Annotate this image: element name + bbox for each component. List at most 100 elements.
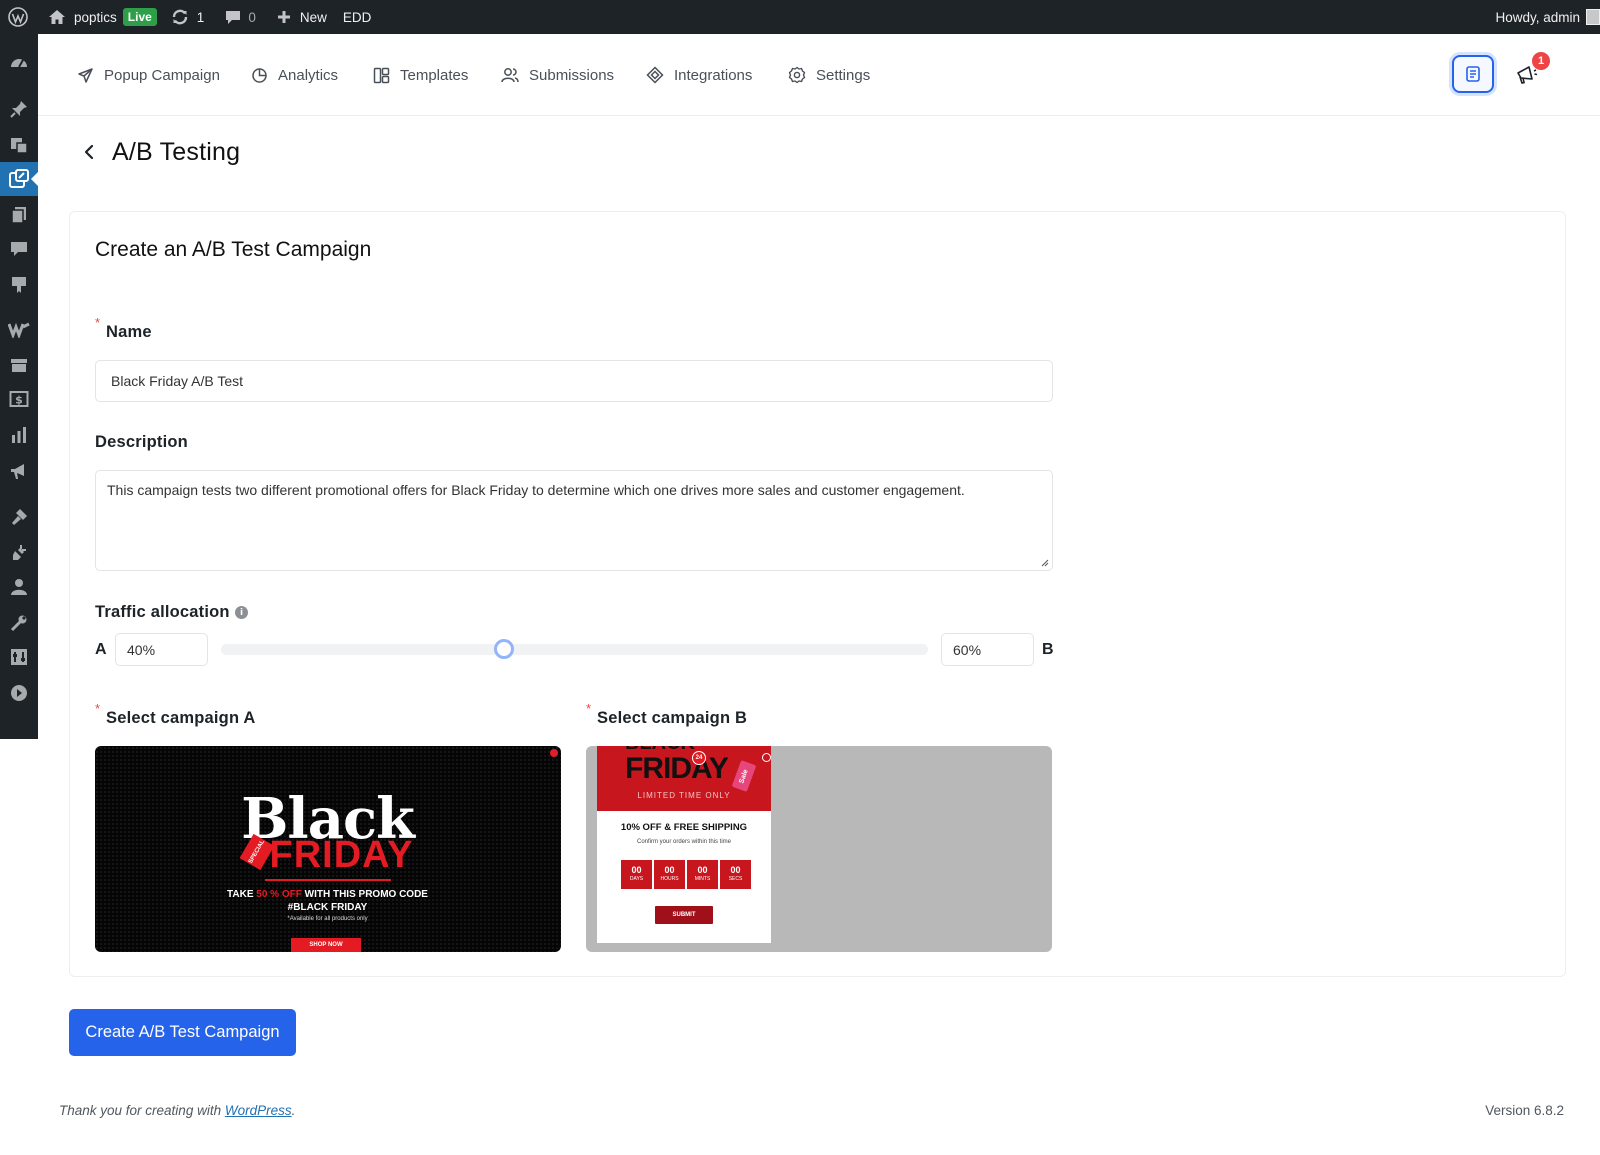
comments-count: 0 — [248, 9, 256, 25]
dashboard-icon — [11, 59, 27, 68]
nav-templates[interactable]: Templates — [373, 62, 468, 88]
preview-a-shop-button: SHOP NOW — [291, 938, 361, 952]
preview-a-promo-code: #BLACK FRIDAY — [287, 902, 368, 913]
menu-posts[interactable] — [0, 92, 38, 126]
campaign-b-preview[interactable]: BLACK FRIDAY 24 Sale LIMITED TIME ONLY 1… — [586, 746, 1052, 952]
menu-marketing[interactable] — [0, 454, 38, 488]
page-header: A/B Testing — [78, 134, 240, 170]
plus-icon — [277, 11, 290, 23]
greeting: Howdy, admin — [1495, 9, 1580, 25]
name-label: * Name — [95, 315, 152, 341]
comments-menu-icon — [11, 242, 27, 256]
variant-a-letter: A — [95, 641, 107, 658]
resize-grip-icon[interactable] — [1040, 558, 1049, 567]
preview-b-sale-tag: Sale — [731, 760, 757, 792]
wordpress-logo-icon — [8, 7, 28, 27]
create-ab-test-button[interactable]: Create A/B Test Campaign — [69, 1009, 296, 1056]
admin-menu: $ — [0, 34, 38, 739]
new-label: New — [299, 9, 327, 25]
updates-link[interactable]: 1 — [164, 0, 212, 34]
traffic-slider-thumb[interactable] — [493, 639, 514, 659]
poptics-icon — [9, 169, 29, 188]
name-input[interactable] — [95, 360, 1053, 402]
traffic-allocation-label: Traffic allocation — [95, 603, 230, 621]
page-title: A/B Testing — [112, 137, 241, 166]
nav-label: Analytics — [278, 66, 339, 84]
menu-users[interactable] — [0, 570, 38, 604]
preview-b-popup: BLACK FRIDAY 24 Sale LIMITED TIME ONLY 1… — [597, 746, 771, 943]
description-textarea[interactable]: This campaign tests two different promot… — [95, 470, 1053, 571]
plugins-icon — [13, 545, 26, 560]
layout-icon — [373, 67, 390, 83]
menu-dashboard[interactable] — [0, 46, 38, 80]
edd-label: EDD — [342, 9, 372, 25]
posts-pin-icon — [10, 101, 27, 118]
nav-label: Integrations — [674, 66, 753, 84]
menu-plugins[interactable] — [0, 536, 38, 570]
edd-link[interactable]: EDD — [336, 0, 379, 34]
nav-integrations[interactable]: Integrations — [646, 62, 752, 88]
document-icon — [1466, 66, 1480, 82]
site-name-link[interactable]: poptics Live — [41, 0, 164, 34]
campaign-a-label: * Select campaign A — [95, 701, 256, 727]
menu-woocommerce[interactable] — [0, 312, 38, 346]
close-icon — [550, 749, 558, 757]
preview-a-divider — [265, 879, 391, 881]
menu-payments[interactable]: $ — [0, 382, 38, 416]
diamond-icon — [646, 66, 664, 84]
menu-media[interactable] — [0, 128, 38, 162]
menu-tools[interactable] — [0, 606, 38, 640]
live-badge: Live — [122, 8, 157, 26]
back-button[interactable] — [78, 137, 100, 167]
preview-a-note: *Available for all products only — [287, 916, 368, 922]
countdown-seconds: 00 SECS — [720, 860, 751, 889]
plugin-nav: Popup Campaign Analytics Templates Submi… — [38, 34, 1600, 116]
info-icon[interactable]: i — [235, 606, 248, 619]
preview-b-offer: 10% OFF & FREE SHIPPING — [620, 822, 748, 833]
campaign-a-preview[interactable]: Black SPECIAL FRIDAY TAKE 50 % OFF WITH … — [95, 746, 561, 952]
updates-icon — [172, 9, 187, 25]
pie-chart-icon — [252, 67, 267, 83]
my-account-link[interactable]: Howdy, admin — [1488, 0, 1600, 34]
users-menu-icon — [11, 579, 27, 595]
menu-feedback[interactable] — [0, 268, 38, 302]
menu-products[interactable] — [0, 348, 38, 382]
nav-settings[interactable]: Settings — [788, 62, 870, 88]
nav-label: Templates — [400, 66, 469, 84]
description-label: Description — [95, 433, 188, 451]
nav-analytics[interactable]: Analytics — [251, 62, 338, 88]
countdown-days: 00 DAYS — [621, 860, 652, 889]
menu-appearance[interactable] — [0, 500, 38, 534]
pages-icon — [11, 207, 26, 224]
home-icon — [49, 10, 65, 24]
menu-settings[interactable] — [0, 640, 38, 674]
traffic-a-input[interactable] — [115, 633, 208, 666]
documentation-button[interactable] — [1452, 55, 1494, 93]
announcements-button[interactable]: 1 — [1510, 52, 1550, 92]
menu-poptics[interactable] — [0, 162, 38, 196]
new-content-link[interactable]: New — [269, 0, 334, 34]
wordpress-logo-button[interactable] — [0, 0, 35, 34]
menu-comments[interactable] — [0, 232, 38, 266]
nav-label: Settings — [816, 66, 871, 84]
woocommerce-icon — [8, 322, 30, 338]
menu-analytics[interactable] — [0, 418, 38, 452]
countdown-minutes: 00 MINTS — [687, 860, 718, 889]
required-mark: * — [95, 701, 101, 716]
site-name: poptics — [74, 9, 117, 25]
menu-pages[interactable] — [0, 198, 38, 232]
payments-icon: $ — [9, 391, 29, 407]
nav-popup-campaign[interactable]: Popup Campaign — [77, 62, 220, 88]
nav-submissions[interactable]: Submissions — [501, 62, 614, 88]
traffic-slider-track[interactable] — [221, 644, 928, 655]
preview-b-submit: SUBMIT — [655, 906, 713, 924]
required-mark: * — [95, 315, 101, 330]
svg-text:$: $ — [15, 394, 23, 407]
comments-link[interactable]: 0 — [217, 0, 263, 34]
wordpress-link[interactable]: WordPress — [225, 1103, 292, 1118]
countdown-hours: 00 HOURS — [654, 860, 685, 889]
menu-collapse[interactable] — [0, 676, 38, 710]
traffic-b-input[interactable] — [941, 633, 1034, 666]
feedback-icon — [12, 277, 26, 293]
required-mark: * — [586, 701, 592, 716]
